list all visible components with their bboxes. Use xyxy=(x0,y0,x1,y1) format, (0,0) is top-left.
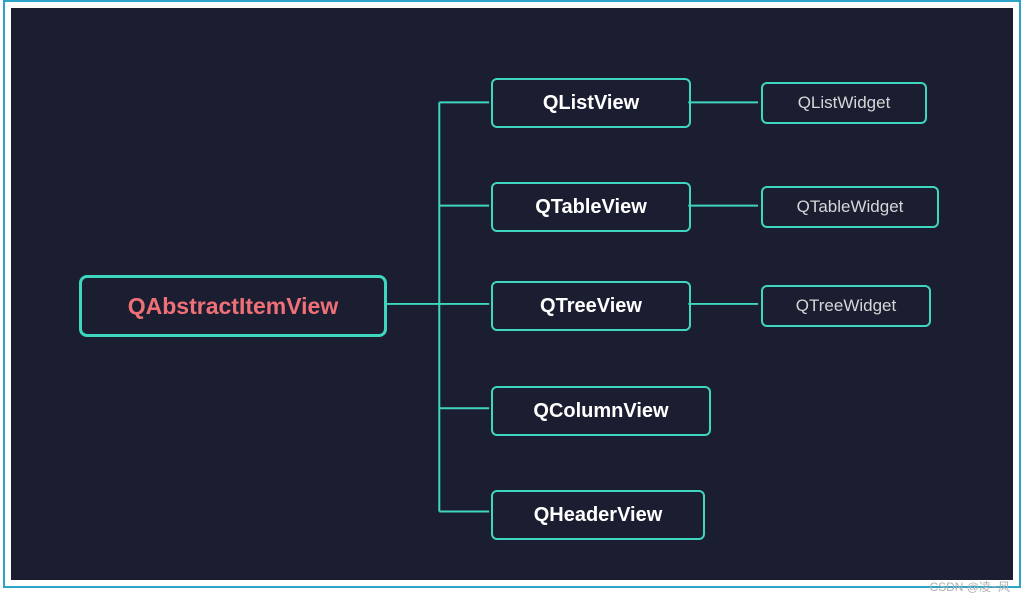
node-qtablewidget: QTableWidget xyxy=(761,186,939,228)
node-label: QColumnView xyxy=(533,400,668,423)
node-label: QTableView xyxy=(535,196,647,219)
node-qtableview: QTableView xyxy=(491,182,691,232)
node-label: QHeaderView xyxy=(534,504,663,527)
node-qlistview: QListView xyxy=(491,78,691,128)
node-label: QListView xyxy=(543,92,639,115)
node-qheaderview: QHeaderView xyxy=(491,490,705,540)
node-label: QTableWidget xyxy=(797,197,904,217)
outer-frame: QAbstractItemView QListView QTableView Q… xyxy=(3,0,1021,588)
node-qlistwidget: QListWidget xyxy=(761,82,927,124)
node-root-abstract-item-view: QAbstractItemView xyxy=(79,275,387,337)
node-qcolumnview: QColumnView xyxy=(491,386,711,436)
node-label: QListWidget xyxy=(798,93,891,113)
node-qtreewidget: QTreeWidget xyxy=(761,285,931,327)
node-qtreeview: QTreeView xyxy=(491,281,691,331)
node-label: QTreeView xyxy=(540,295,642,318)
diagram-canvas: QAbstractItemView QListView QTableView Q… xyxy=(11,8,1013,580)
node-label: QTreeWidget xyxy=(796,296,896,316)
node-label: QAbstractItemView xyxy=(128,293,338,320)
watermark-corner: CSDN @凌~风 xyxy=(929,578,1010,595)
